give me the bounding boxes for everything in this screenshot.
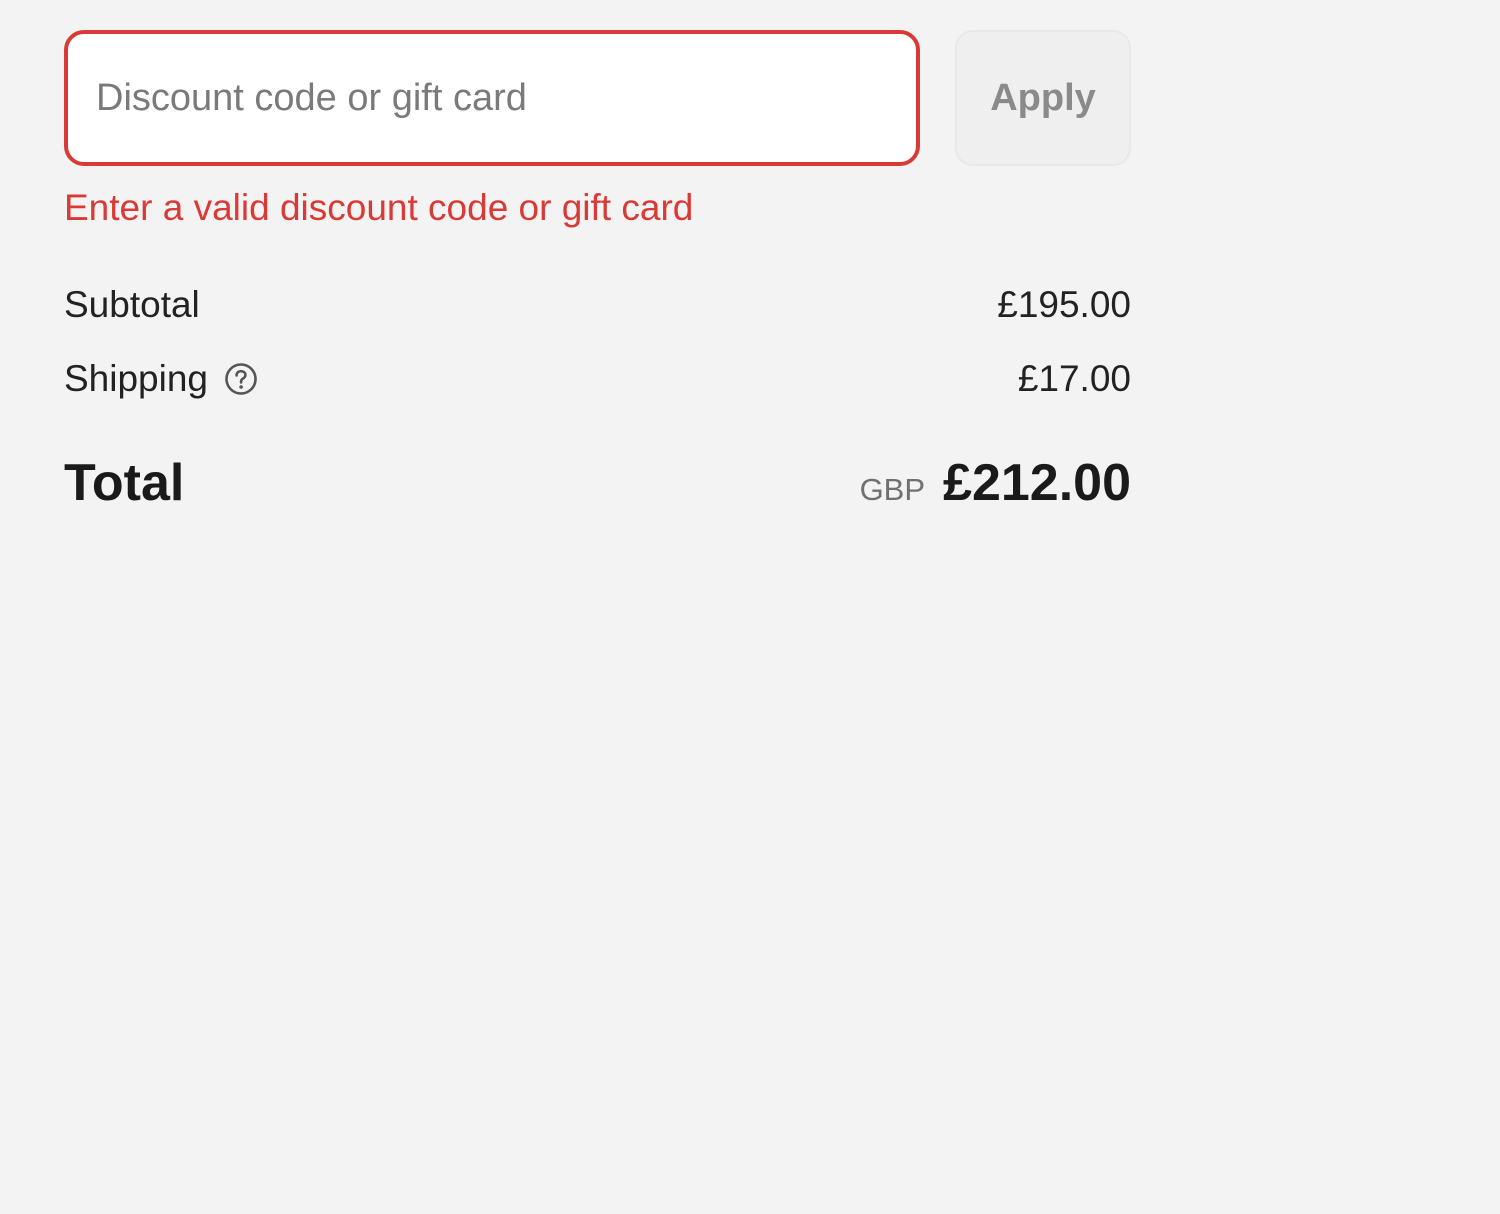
shipping-label-group: Shipping bbox=[64, 358, 258, 400]
discount-code-input[interactable] bbox=[64, 30, 920, 166]
subtotal-row: Subtotal £195.00 bbox=[64, 275, 1131, 335]
question-circle-icon[interactable] bbox=[224, 362, 258, 396]
shipping-label: Shipping bbox=[64, 358, 209, 399]
order-summary: Apply Enter a valid discount code or gif… bbox=[64, 30, 1131, 519]
subtotal-value: £195.00 bbox=[997, 284, 1131, 325]
shipping-row: Shipping £17.00 bbox=[64, 349, 1131, 409]
total-value: £212.00 bbox=[943, 454, 1131, 512]
apply-button[interactable]: Apply bbox=[955, 30, 1131, 166]
total-label: Total bbox=[64, 454, 185, 512]
shipping-value: £17.00 bbox=[1017, 358, 1131, 399]
currency-code: GBP bbox=[859, 472, 926, 507]
discount-row: Apply bbox=[64, 30, 1131, 166]
subtotal-label: Subtotal bbox=[64, 284, 200, 325]
discount-error-message: Enter a valid discount code or gift card bbox=[64, 187, 694, 228]
total-amount-group: GBP £212.00 bbox=[860, 453, 1131, 513]
total-row: Total GBP £212.00 bbox=[64, 447, 1131, 519]
